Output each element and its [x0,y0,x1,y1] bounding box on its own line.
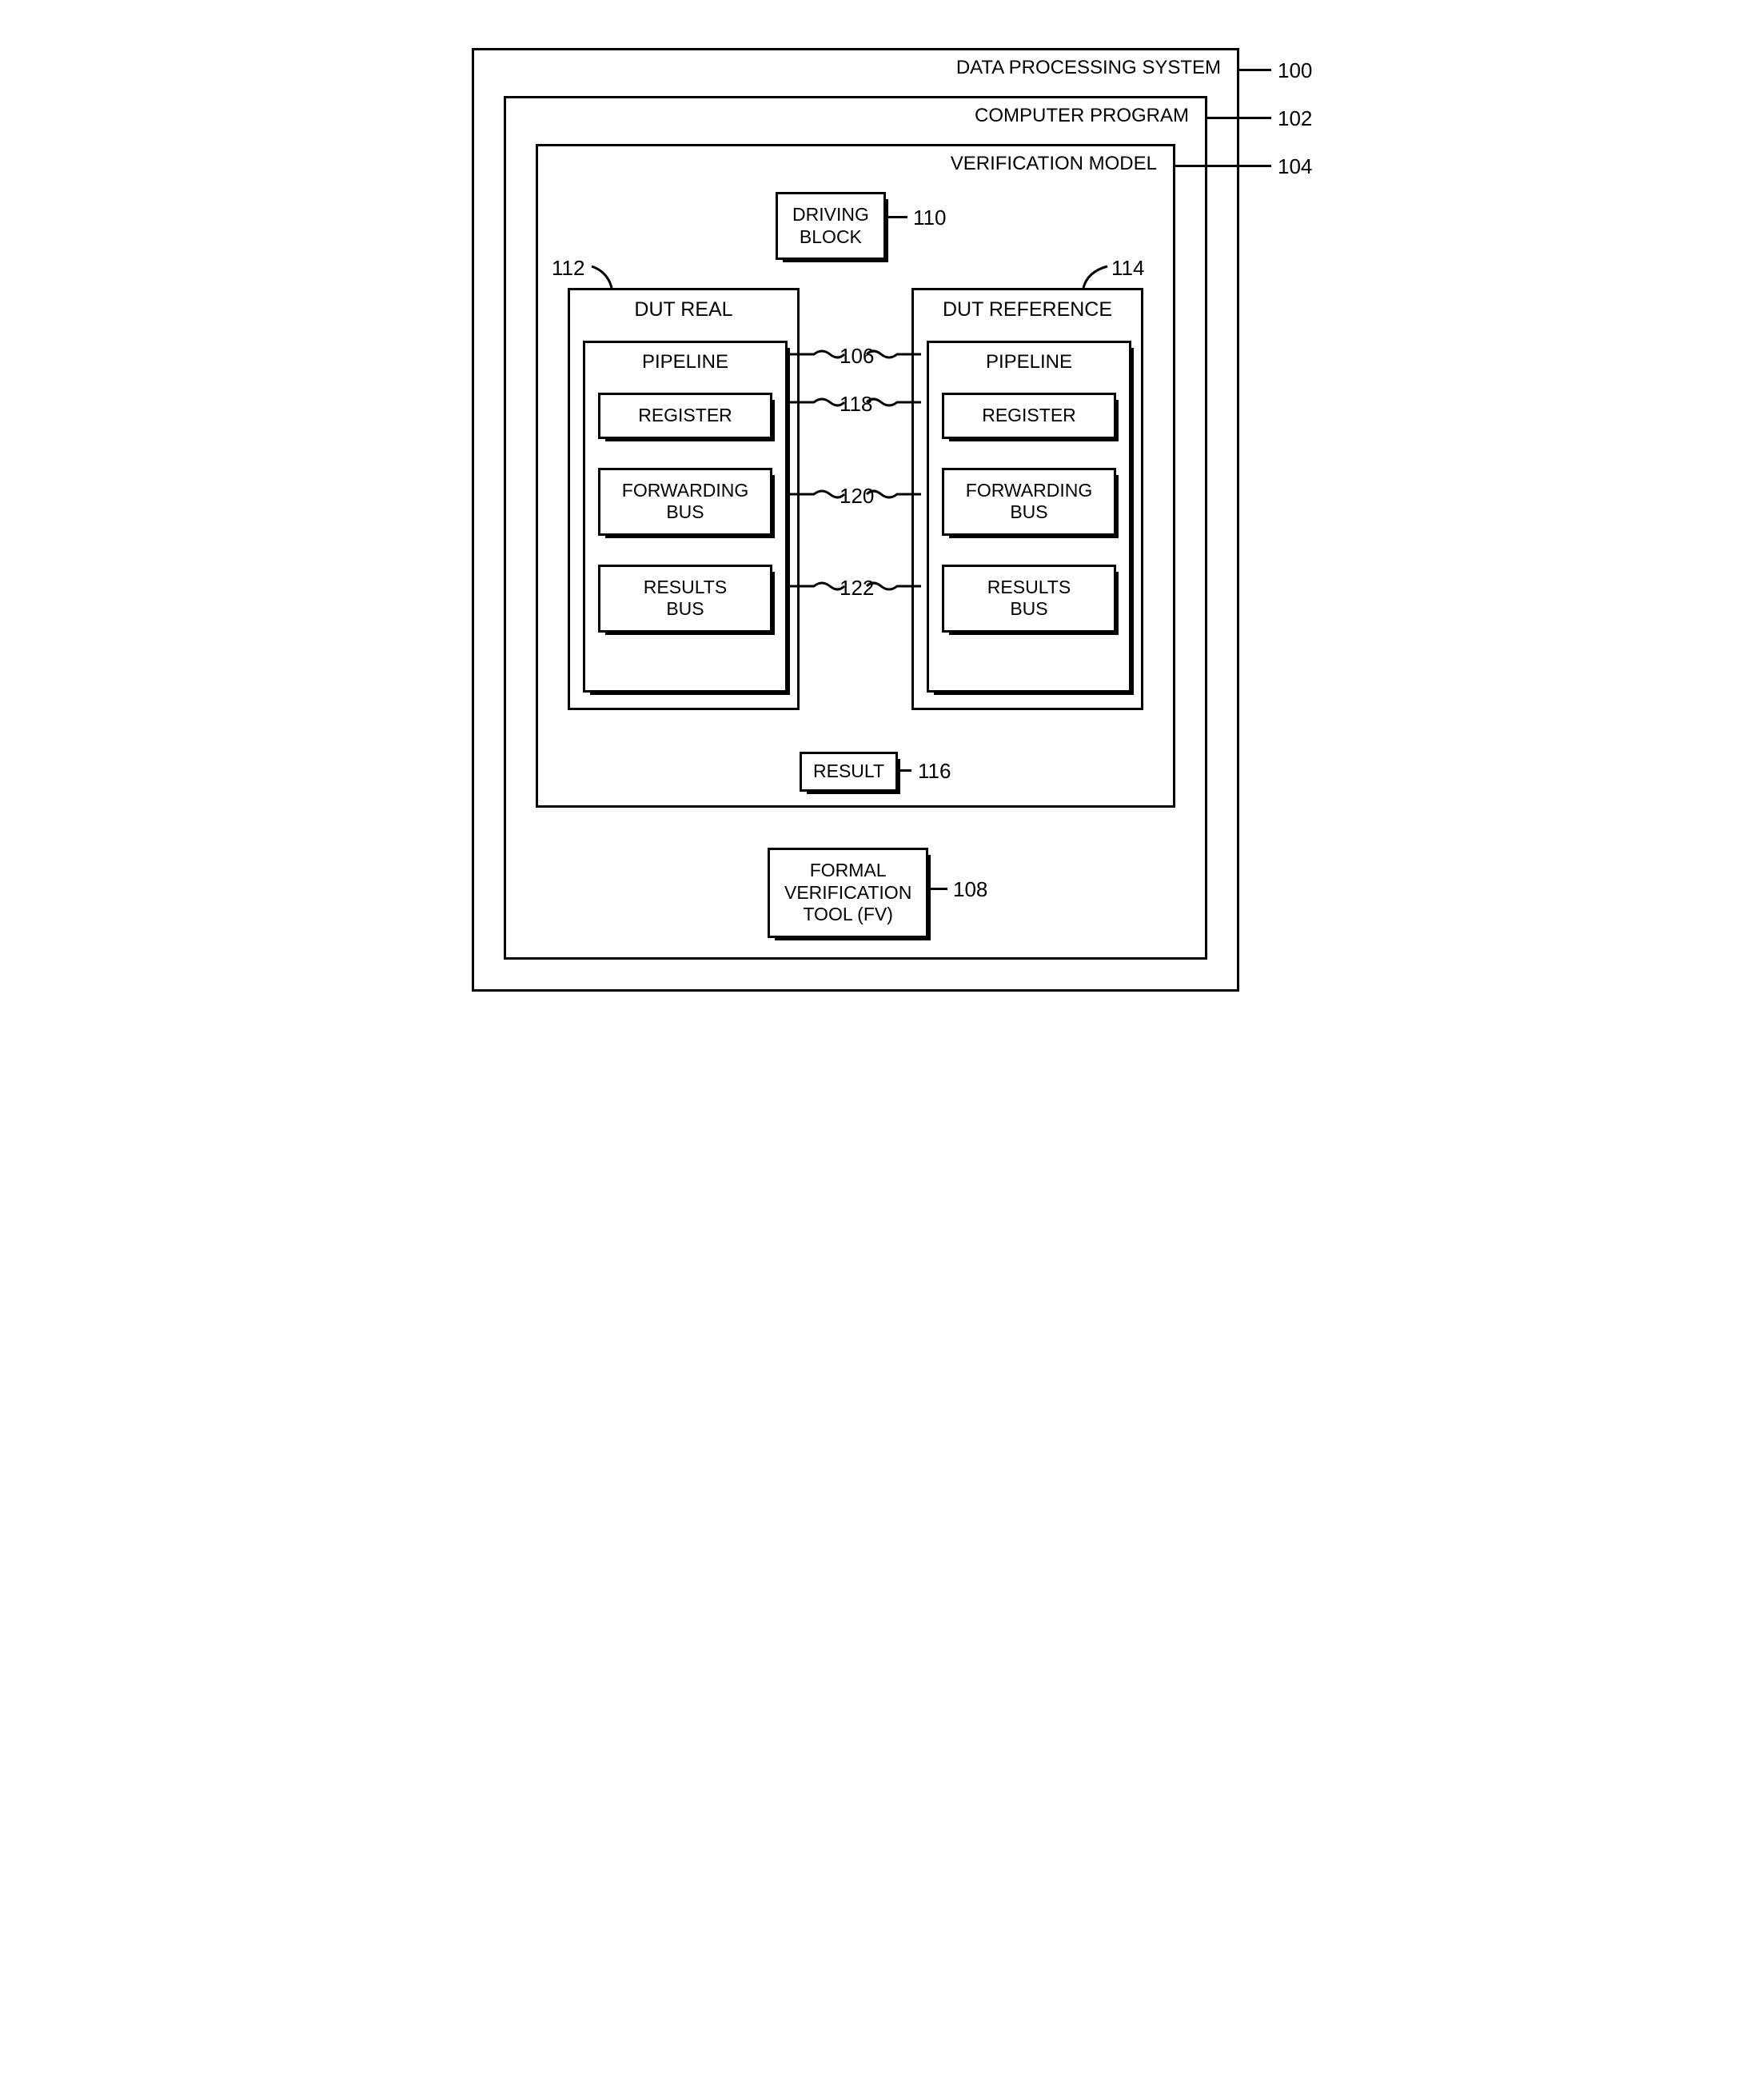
forwarding-ref-label: FORWARDING BUS [944,470,1114,533]
ref-112: 112 [552,256,584,281]
formal-block: FORMAL VERIFICATION TOOL (FV) [768,848,928,938]
dut-reference: DUT REFERENCE PIPELINE REGISTER FORWARDI… [911,288,1143,710]
verification-diagram: DATA PROCESSING SYSTEM 100 COMPUTER PROG… [472,48,1271,1008]
ref-116: 116 [918,759,951,784]
model-label: VERIFICATION MODEL [917,153,1157,175]
ref-122: 122 [840,576,874,601]
dut-ref-title: DUT REFERENCE [914,290,1141,329]
register-real-label: REGISTER [600,395,770,437]
ref-112-connector [580,260,628,292]
ref-114: 114 [1111,256,1144,281]
result-label: RESULT [802,754,895,789]
forwarding-ref: FORWARDING BUS [942,468,1116,536]
driving-block: DRIVING BLOCK [776,192,886,260]
result-block: RESULT [800,752,898,792]
program-label: COMPUTER PROGRAM [949,105,1189,127]
ref-120: 120 [840,484,874,509]
system-label: DATA PROCESSING SYSTEM [901,57,1221,79]
pipeline-ref-title: PIPELINE [929,343,1129,381]
forwarding-real-label: FORWARDING BUS [600,470,770,533]
results-ref: RESULTS BUS [942,565,1116,633]
formal-label: FORMAL VERIFICATION TOOL (FV) [770,850,926,936]
ref-106: 106 [840,344,874,369]
forwarding-real: FORWARDING BUS [598,468,772,536]
ref-108: 108 [953,877,987,902]
ref-118: 118 [840,392,872,417]
pipeline-ref: PIPELINE REGISTER FORWARDING BUS RESUL [927,341,1128,693]
results-ref-label: RESULTS BUS [944,567,1114,630]
dut-real: DUT REAL PIPELINE REGISTER FORWARDING BU… [568,288,800,710]
ref-104: 104 [1278,154,1312,179]
dut-real-title: DUT REAL [570,290,797,329]
driving-label: DRIVING BLOCK [778,194,883,258]
ref-102: 102 [1278,106,1312,131]
register-ref-label: REGISTER [944,395,1114,437]
results-real-label: RESULTS BUS [600,567,770,630]
pipeline-real: PIPELINE REGISTER FORWARDING BUS [583,341,784,693]
results-real: RESULTS BUS [598,565,772,633]
register-ref: REGISTER [942,393,1116,439]
ref-110: 110 [913,206,946,230]
register-real: REGISTER [598,393,772,439]
pipeline-real-title: PIPELINE [585,343,785,381]
ref-100: 100 [1278,58,1312,83]
